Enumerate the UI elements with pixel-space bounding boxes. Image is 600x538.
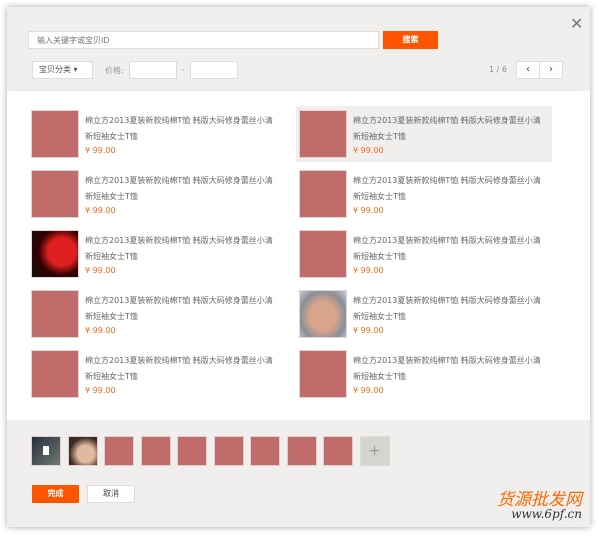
product-thumbnail: [299, 350, 347, 398]
product-title: 棉立方2013夏装新款纯棉T恤 韩版大码修身蕾丝小清新短袖女士T恤: [85, 236, 273, 261]
selected-thumb[interactable]: [286, 436, 317, 466]
product-price: ¥ 99.00: [85, 146, 116, 155]
prev-page-button[interactable]: ‹: [516, 61, 540, 79]
list-item[interactable]: 棉立方2013夏装新款纯棉T恤 韩版大码修身蕾丝小清新短袖女士T恤 ¥ 99.0…: [296, 166, 552, 222]
list-item[interactable]: 棉立方2013夏装新款纯棉T恤 韩版大码修身蕾丝小清新短袖女士T恤 ¥ 99.0…: [28, 226, 284, 282]
product-title: 棉立方2013夏装新款纯棉T恤 韩版大码修身蕾丝小清新短袖女士T恤: [85, 296, 273, 321]
product-title: 棉立方2013夏装新款纯棉T恤 韩版大码修身蕾丝小清新短袖女士T恤: [353, 176, 541, 201]
page-indicator: 1 / 6: [489, 65, 507, 74]
product-price: ¥ 99.00: [353, 386, 384, 395]
close-icon[interactable]: ✕: [570, 14, 583, 33]
selected-thumb[interactable]: [323, 436, 353, 466]
product-title: 棉立方2013夏装新款纯棉T恤 韩版大码修身蕾丝小清新短袖女士T恤: [353, 116, 541, 141]
add-button[interactable]: +: [359, 436, 390, 466]
list-item[interactable]: 棉立方2013夏装新款纯棉T恤 韩版大码修身蕾丝小清新短袖女士T恤 ¥ 99.0…: [28, 106, 284, 162]
product-thumbnail: [31, 170, 79, 218]
category-dropdown[interactable]: 宝贝分类 ▾: [32, 61, 93, 79]
search-button[interactable]: 搜索: [383, 31, 438, 49]
product-title: 棉立方2013夏装新款纯棉T恤 韩版大码修身蕾丝小清新短袖女士T恤: [353, 236, 541, 261]
product-price: ¥ 99.00: [85, 386, 116, 395]
product-title: 棉立方2013夏装新款纯棉T恤 韩版大码修身蕾丝小清新短袖女士T恤: [353, 296, 541, 321]
product-price: ¥ 99.00: [353, 326, 384, 335]
product-title: 棉立方2013夏装新款纯棉T恤 韩版大码修身蕾丝小清新短袖女士T恤: [85, 116, 273, 141]
product-list: 棉立方2013夏装新款纯棉T恤 韩版大码修身蕾丝小清新短袖女士T恤 ¥ 99.0…: [7, 91, 590, 420]
product-thumbnail: [299, 110, 347, 158]
product-thumbnail: [299, 230, 347, 278]
product-price: ¥ 99.00: [353, 206, 384, 215]
next-page-button[interactable]: ›: [539, 61, 563, 79]
product-thumbnail: [299, 170, 347, 218]
selected-thumb[interactable]: [140, 436, 171, 466]
product-price: ¥ 99.00: [85, 206, 116, 215]
product-price: ¥ 99.00: [353, 146, 384, 155]
list-item[interactable]: 棉立方2013夏装新款纯棉T恤 韩版大码修身蕾丝小清新短袖女士T恤 ¥ 99.0…: [296, 346, 552, 402]
product-price: ¥ 99.00: [85, 326, 116, 335]
product-picker-dialog: ✕ 搜索 宝贝分类 ▾ 价格: - 1 / 6 ‹ › 棉立方2013夏装新款纯…: [7, 7, 590, 527]
product-thumbnail: [31, 230, 79, 278]
price-min-input[interactable]: [129, 61, 177, 79]
selected-thumb[interactable]: [104, 436, 134, 466]
list-item[interactable]: 棉立方2013夏装新款纯棉T恤 韩版大码修身蕾丝小清新短袖女士T恤 ¥ 99.0…: [28, 286, 284, 342]
done-button[interactable]: 完成: [32, 485, 79, 503]
product-thumbnail: [31, 350, 79, 398]
list-item[interactable]: 棉立方2013夏装新款纯棉T恤 韩版大码修身蕾丝小清新短袖女士T恤 ¥ 99.0…: [296, 106, 552, 162]
product-thumbnail: [31, 110, 79, 158]
product-thumbnail: [299, 290, 347, 338]
product-price: ¥ 99.00: [353, 266, 384, 275]
cancel-button[interactable]: 取消: [87, 485, 135, 503]
product-title: 棉立方2013夏装新款纯棉T恤 韩版大码修身蕾丝小清新短袖女士T恤: [353, 356, 541, 381]
selected-thumb[interactable]: [67, 436, 98, 466]
selected-thumb[interactable]: [250, 436, 280, 466]
price-label: 价格:: [105, 66, 124, 75]
trash-icon[interactable]: [43, 446, 49, 455]
product-price: ¥ 99.00: [85, 266, 116, 275]
selected-thumb[interactable]: [177, 436, 207, 466]
list-item[interactable]: 棉立方2013夏装新款纯棉T恤 韩版大码修身蕾丝小清新短袖女士T恤 ¥ 99.0…: [28, 166, 284, 222]
product-thumbnail: [31, 290, 79, 338]
watermark-url: www.6pf.cn: [511, 507, 582, 521]
list-item[interactable]: 棉立方2013夏装新款纯棉T恤 韩版大码修身蕾丝小清新短袖女士T恤 ¥ 99.0…: [28, 346, 284, 402]
price-dash: -: [182, 65, 185, 74]
list-item[interactable]: 棉立方2013夏装新款纯棉T恤 韩版大码修身蕾丝小清新短袖女士T恤 ¥ 99.0…: [296, 286, 552, 342]
list-item[interactable]: 棉立方2013夏装新款纯棉T恤 韩版大码修身蕾丝小清新短袖女士T恤 ¥ 99.0…: [296, 226, 552, 282]
selected-thumb[interactable]: [31, 436, 61, 466]
price-max-input[interactable]: [190, 61, 238, 79]
search-input[interactable]: [28, 31, 379, 49]
product-title: 棉立方2013夏装新款纯棉T恤 韩版大码修身蕾丝小清新短袖女士T恤: [85, 176, 273, 201]
product-title: 棉立方2013夏装新款纯棉T恤 韩版大码修身蕾丝小清新短袖女士T恤: [85, 356, 273, 381]
selected-thumb[interactable]: [213, 436, 244, 466]
